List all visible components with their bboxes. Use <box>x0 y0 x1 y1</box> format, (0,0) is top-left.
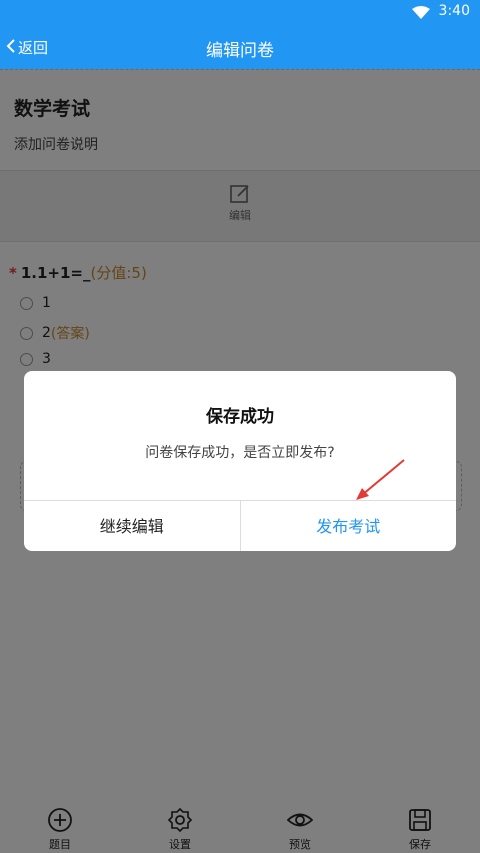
annotation-arrow-icon <box>356 459 405 500</box>
